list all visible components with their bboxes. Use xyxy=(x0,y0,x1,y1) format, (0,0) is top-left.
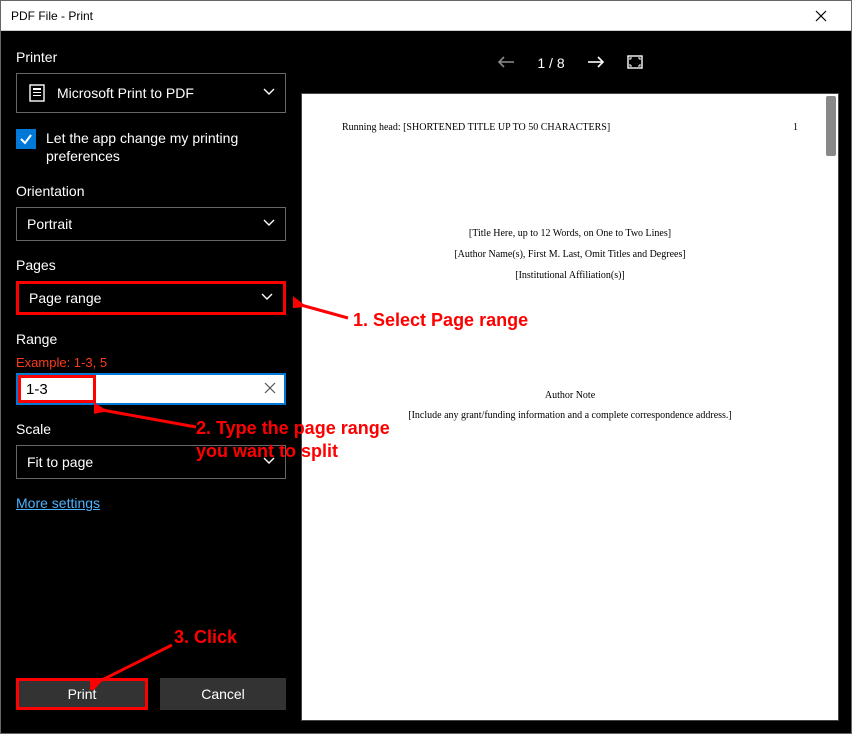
range-input[interactable] xyxy=(26,381,264,398)
chevron-down-icon xyxy=(263,456,275,468)
pages-dropdown[interactable]: Page range xyxy=(16,281,286,315)
button-row: Print Cancel xyxy=(16,678,286,715)
scale-dropdown[interactable]: Fit to page xyxy=(16,445,286,479)
print-button[interactable]: Print xyxy=(16,678,148,710)
page-preview: Running head: [SHORTENED TITLE UP TO 50 … xyxy=(301,93,839,721)
chevron-down-icon xyxy=(261,292,273,304)
titlebar: PDF File - Print xyxy=(1,1,851,31)
clear-input-button[interactable] xyxy=(264,381,276,397)
printer-icon xyxy=(27,83,47,103)
pages-label: Pages xyxy=(16,257,286,273)
fullscreen-icon xyxy=(627,55,643,69)
range-input-wrapper xyxy=(16,373,286,405)
scale-value: Fit to page xyxy=(27,454,93,470)
window-title: PDF File - Print xyxy=(11,9,801,23)
range-label: Range xyxy=(16,331,286,347)
orientation-label: Orientation xyxy=(16,183,286,199)
preview-running-head: Running head: [SHORTENED TITLE UP TO 50 … xyxy=(342,122,798,133)
preview-title-block: [Title Here, up to 12 Words, on One to T… xyxy=(342,223,798,286)
chevron-down-icon xyxy=(263,218,275,230)
pages-value: Page range xyxy=(29,290,101,306)
orientation-dropdown[interactable]: Portrait xyxy=(16,207,286,241)
close-icon xyxy=(264,382,276,394)
change-prefs-label: Let the app change my printing preferenc… xyxy=(46,129,286,165)
close-button[interactable] xyxy=(801,1,841,31)
range-example: Example: 1-3, 5 xyxy=(16,355,286,370)
page-indicator: 1 / 8 xyxy=(537,55,564,71)
cancel-button[interactable]: Cancel xyxy=(160,678,286,710)
running-head-text: Running head: [SHORTENED TITLE UP TO 50 … xyxy=(342,122,610,133)
preview-scrollbar[interactable] xyxy=(826,96,836,156)
scale-label: Scale xyxy=(16,421,286,437)
change-prefs-checkbox[interactable] xyxy=(16,129,36,149)
preview-author: [Author Name(s), First M. Last, Omit Tit… xyxy=(342,244,798,265)
preview-toolbar: 1 / 8 xyxy=(301,43,839,83)
print-options-sidebar: Printer Microsoft Print to PDF Let the a… xyxy=(1,31,301,733)
checkmark-icon xyxy=(19,132,33,146)
arrow-left-icon xyxy=(497,55,515,69)
change-prefs-row: Let the app change my printing preferenc… xyxy=(16,129,286,165)
chevron-down-icon xyxy=(263,87,275,99)
fullscreen-button[interactable] xyxy=(627,55,643,72)
author-note-heading: Author Note xyxy=(342,386,798,406)
arrow-right-icon xyxy=(587,55,605,69)
printer-label: Printer xyxy=(16,49,286,65)
preview-author-note: Author Note [Include any grant/funding i… xyxy=(342,386,798,426)
preview-affiliation: [Institutional Affiliation(s)] xyxy=(342,265,798,286)
orientation-value: Portrait xyxy=(27,216,72,232)
more-settings-link[interactable]: More settings xyxy=(16,495,286,511)
close-icon xyxy=(815,10,827,22)
printer-dropdown[interactable]: Microsoft Print to PDF xyxy=(16,73,286,113)
prev-page-button[interactable] xyxy=(497,53,515,74)
preview-title: [Title Here, up to 12 Words, on One to T… xyxy=(342,223,798,244)
next-page-button[interactable] xyxy=(587,53,605,74)
printer-value: Microsoft Print to PDF xyxy=(57,85,194,101)
preview-area: 1 / 8 Running head: [SHORTENED TITLE UP … xyxy=(301,31,851,733)
print-dialog-window: PDF File - Print Printer Microsoft Print… xyxy=(0,0,852,734)
author-note-body: [Include any grant/funding information a… xyxy=(342,406,798,426)
page-number: 1 xyxy=(793,122,798,133)
dialog-content: Printer Microsoft Print to PDF Let the a… xyxy=(1,31,851,733)
